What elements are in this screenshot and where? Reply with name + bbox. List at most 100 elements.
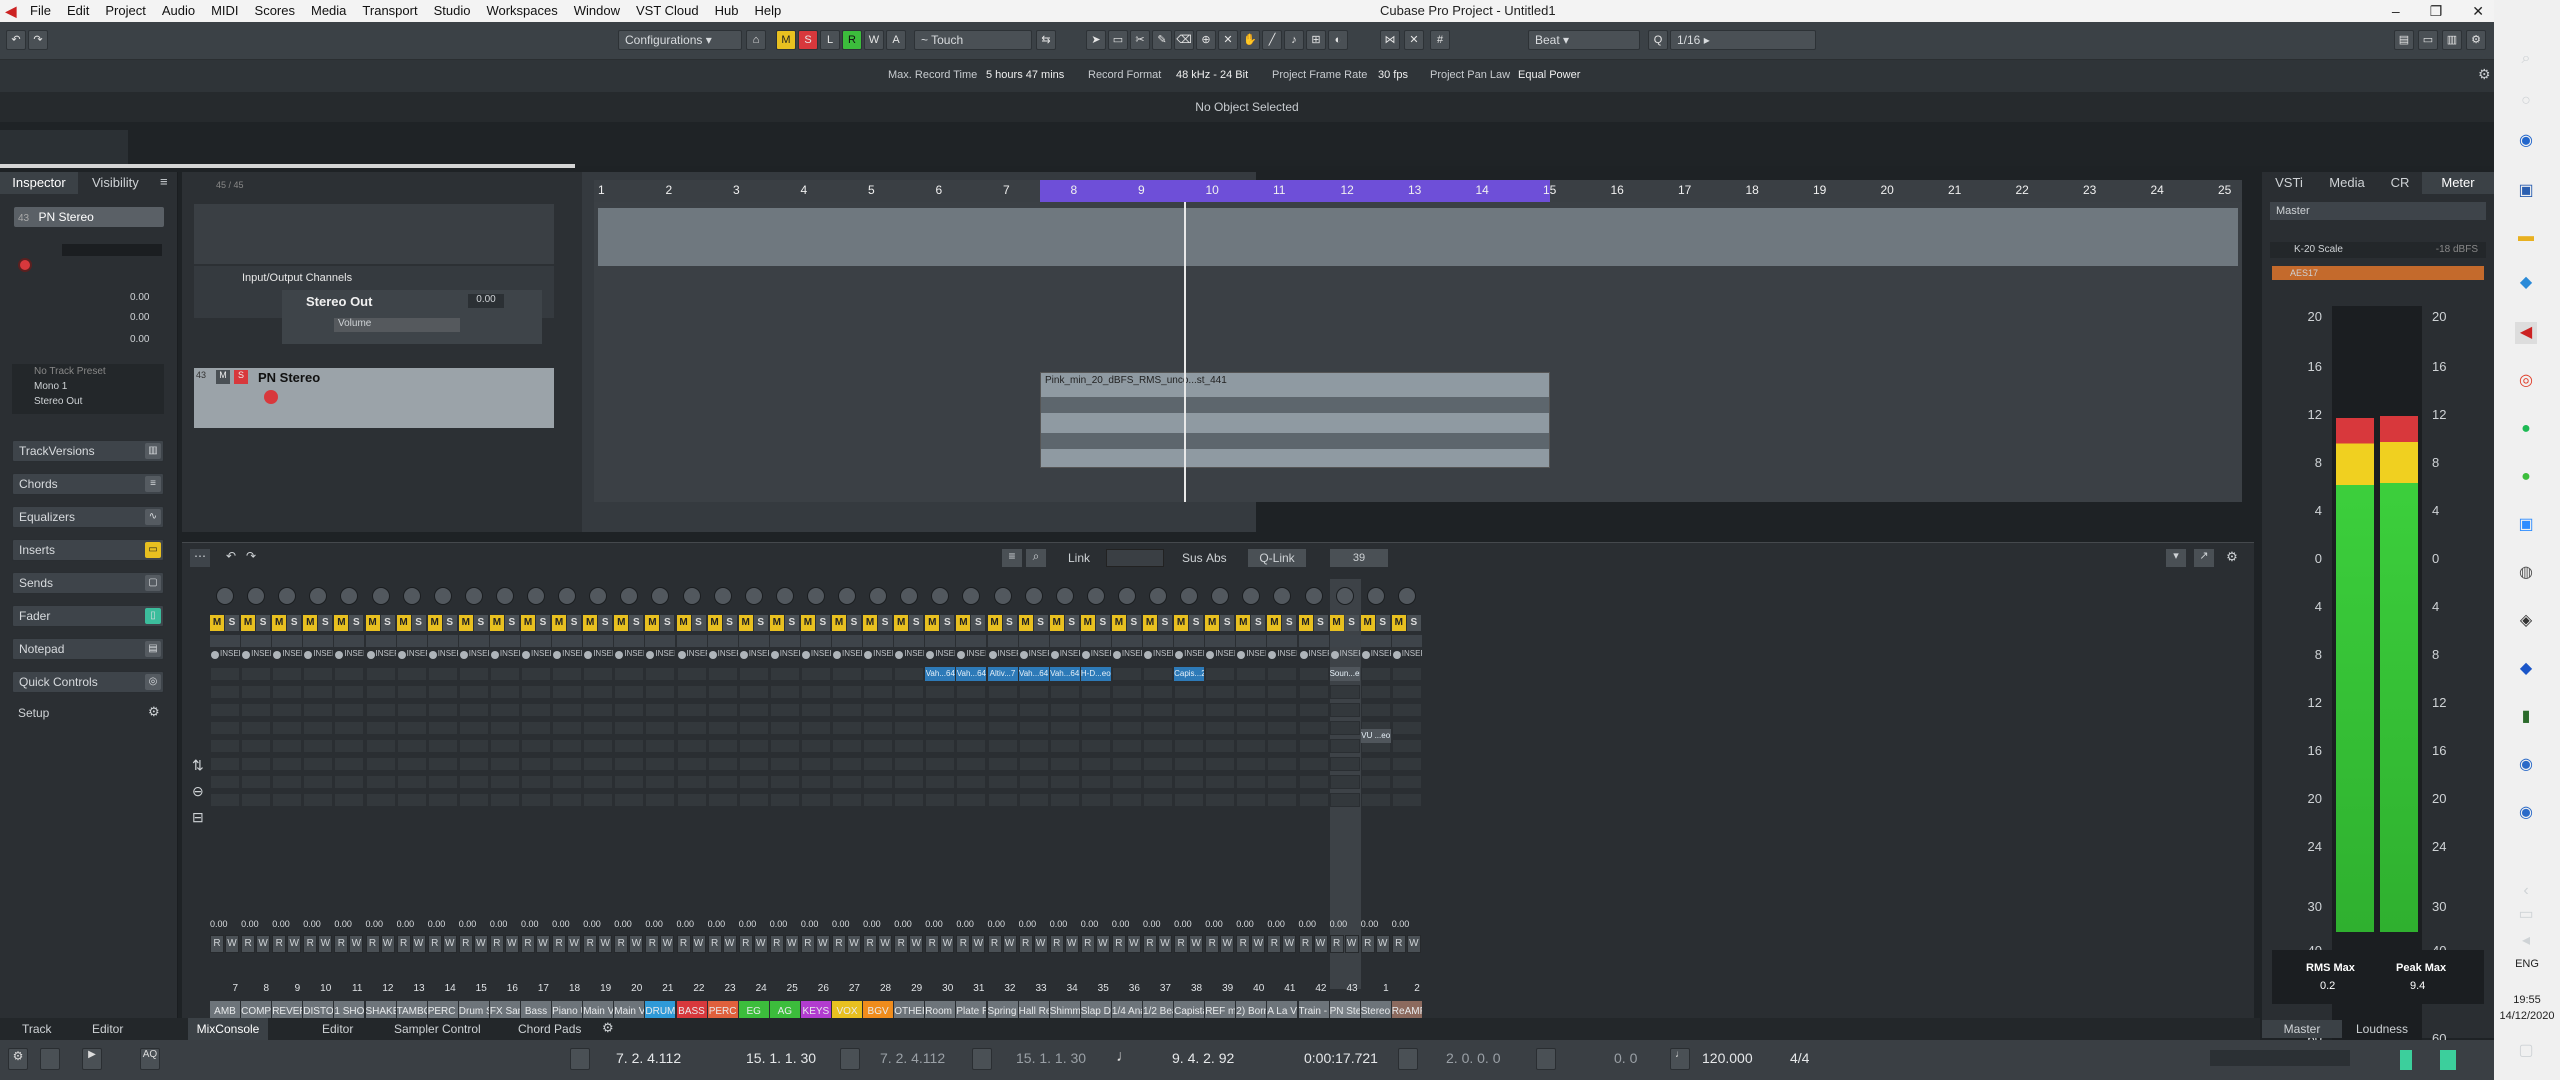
a-button[interactable]: A — [886, 30, 906, 50]
stereo-out-track[interactable]: Stereo Out 0.00 Volume — [282, 290, 542, 344]
insert-slot[interactable] — [738, 667, 769, 681]
insert-slot[interactable] — [800, 739, 831, 753]
tab-sampler-control[interactable]: Sampler Control — [394, 1022, 481, 1036]
insert-slot[interactable] — [1360, 703, 1391, 717]
read-automation-button[interactable]: R — [769, 935, 784, 953]
write-automation-button[interactable]: W — [411, 935, 426, 953]
lock-icon[interactable]: ⌂ — [746, 30, 766, 50]
channel-count[interactable]: 39 — [1330, 549, 1388, 567]
insert-slot[interactable] — [458, 775, 489, 789]
insert-slot[interactable] — [396, 793, 427, 807]
read-automation-button[interactable]: R — [396, 935, 411, 953]
channel-strip[interactable]: MSINSERT0.00RW16FX Samp — [489, 579, 521, 1023]
pan-knob[interactable] — [247, 587, 266, 605]
insert-slot[interactable] — [987, 775, 1018, 789]
insert-slot[interactable] — [489, 703, 520, 717]
section-inserts[interactable]: Inserts ▭ — [12, 539, 164, 561]
left-locator-icon[interactable] — [570, 1048, 590, 1070]
insert-slot[interactable] — [1391, 667, 1422, 681]
insert-slot[interactable] — [1111, 757, 1142, 771]
mute-button[interactable]: M — [800, 615, 815, 631]
insert-slot[interactable] — [583, 757, 614, 771]
write-automation-button[interactable]: W — [1095, 935, 1110, 953]
insert-slot[interactable] — [583, 667, 614, 681]
read-automation-button[interactable]: R — [832, 935, 846, 953]
app-icon-1[interactable]: ◉ — [2515, 130, 2537, 152]
insert-slot[interactable] — [427, 667, 458, 681]
insert-slot[interactable] — [521, 775, 551, 789]
insert-slot[interactable] — [334, 757, 365, 771]
insert-power-icon[interactable] — [739, 651, 748, 659]
insert-slot[interactable] — [521, 721, 551, 735]
insert-slot[interactable] — [894, 721, 925, 735]
insert-slot[interactable] — [925, 793, 956, 807]
insert-slot[interactable] — [1205, 721, 1236, 735]
write-automation-button[interactable]: W — [1375, 935, 1390, 953]
insert-power-icon[interactable] — [926, 651, 935, 659]
menu-studio[interactable]: Studio — [426, 0, 479, 22]
solo-button[interactable]: S — [909, 615, 924, 631]
channel-toggles[interactable] — [987, 635, 1018, 647]
insert-slot[interactable] — [1298, 703, 1329, 717]
channel-toggles[interactable] — [1360, 635, 1391, 647]
insert-slot[interactable] — [1018, 721, 1049, 735]
insert-slot[interactable] — [552, 775, 583, 789]
solo-button[interactable]: S — [349, 615, 364, 631]
mute-button[interactable]: M — [489, 615, 504, 631]
read-automation-button[interactable]: R — [458, 935, 473, 953]
layout-right-icon[interactable]: ▥ — [2442, 30, 2462, 50]
insert-power-icon[interactable] — [1144, 651, 1152, 659]
insert-slot[interactable] — [1049, 739, 1080, 753]
insert-power-icon[interactable] — [677, 651, 686, 659]
section-sends[interactable]: Sends ▢ — [12, 572, 164, 594]
insert-slot[interactable] — [769, 775, 800, 789]
insert-slot[interactable] — [863, 703, 894, 717]
insert-slot[interactable] — [614, 703, 645, 717]
insert-slot[interactable] — [800, 685, 831, 699]
layout-left-icon[interactable]: ▤ — [2394, 30, 2414, 50]
solo-button[interactable]: S — [1126, 615, 1141, 631]
insert-plugin[interactable]: Vah...64 — [925, 667, 956, 681]
insert-slot[interactable] — [552, 667, 583, 681]
write-automation-button[interactable]: W — [536, 935, 550, 953]
channel-strip[interactable]: MSINSERT0.00RW22BASS — [676, 579, 708, 1023]
insert-slot[interactable] — [1111, 775, 1142, 789]
insert-slot[interactable] — [769, 703, 800, 717]
insert-slot[interactable] — [583, 703, 614, 717]
pan-knob[interactable] — [1335, 587, 1354, 605]
mute-button[interactable]: M — [1080, 615, 1095, 631]
write-global-button[interactable]: W — [864, 30, 884, 50]
channel-toggles[interactable] — [427, 635, 458, 647]
setup-label[interactable]: Setup — [18, 706, 49, 720]
pan-knob[interactable] — [464, 587, 483, 605]
solo-button[interactable]: S — [847, 615, 861, 631]
channel-strip[interactable]: MSINSERTVah...640.00RW30Room R — [925, 579, 956, 1023]
insert-slot[interactable] — [1236, 793, 1267, 807]
solo-button[interactable]: S — [1189, 615, 1204, 631]
primary-time-display[interactable]: 9. 4. 2. 92 — [1172, 1050, 1234, 1066]
tab-meter[interactable]: Meter — [2422, 172, 2494, 194]
read-automation-button[interactable]: R — [707, 935, 722, 953]
volume-readout[interactable]: 0.00 — [1392, 919, 1436, 929]
write-automation-button[interactable]: W — [629, 935, 644, 953]
pan-knob[interactable] — [775, 587, 794, 605]
insert-slot[interactable] — [894, 793, 925, 807]
read-automation-button[interactable]: R — [1143, 935, 1157, 953]
insert-power-icon[interactable] — [397, 651, 406, 659]
photoshop-icon[interactable]: ▣ — [2515, 180, 2537, 202]
punch-out-icon[interactable] — [972, 1048, 992, 1070]
mute-button[interactable]: M — [365, 615, 380, 631]
read-automation-button[interactable]: R — [987, 935, 1002, 953]
insert-slot[interactable] — [458, 667, 489, 681]
explorer-icon[interactable]: ▬ — [2515, 226, 2537, 248]
insert-slot[interactable] — [894, 667, 925, 681]
mixer-undo-icon[interactable]: ↶ — [226, 549, 236, 563]
section-chords[interactable]: Chords ≡ — [12, 473, 164, 495]
insert-power-icon[interactable] — [646, 651, 655, 659]
insert-slot[interactable] — [1267, 775, 1298, 789]
menu-workspaces[interactable]: Workspaces — [478, 0, 565, 22]
insert-slot[interactable] — [707, 757, 738, 771]
solo-button[interactable]: S — [1251, 615, 1266, 631]
insert-slot[interactable] — [1174, 685, 1205, 699]
solo-button[interactable]: S — [1033, 615, 1048, 631]
